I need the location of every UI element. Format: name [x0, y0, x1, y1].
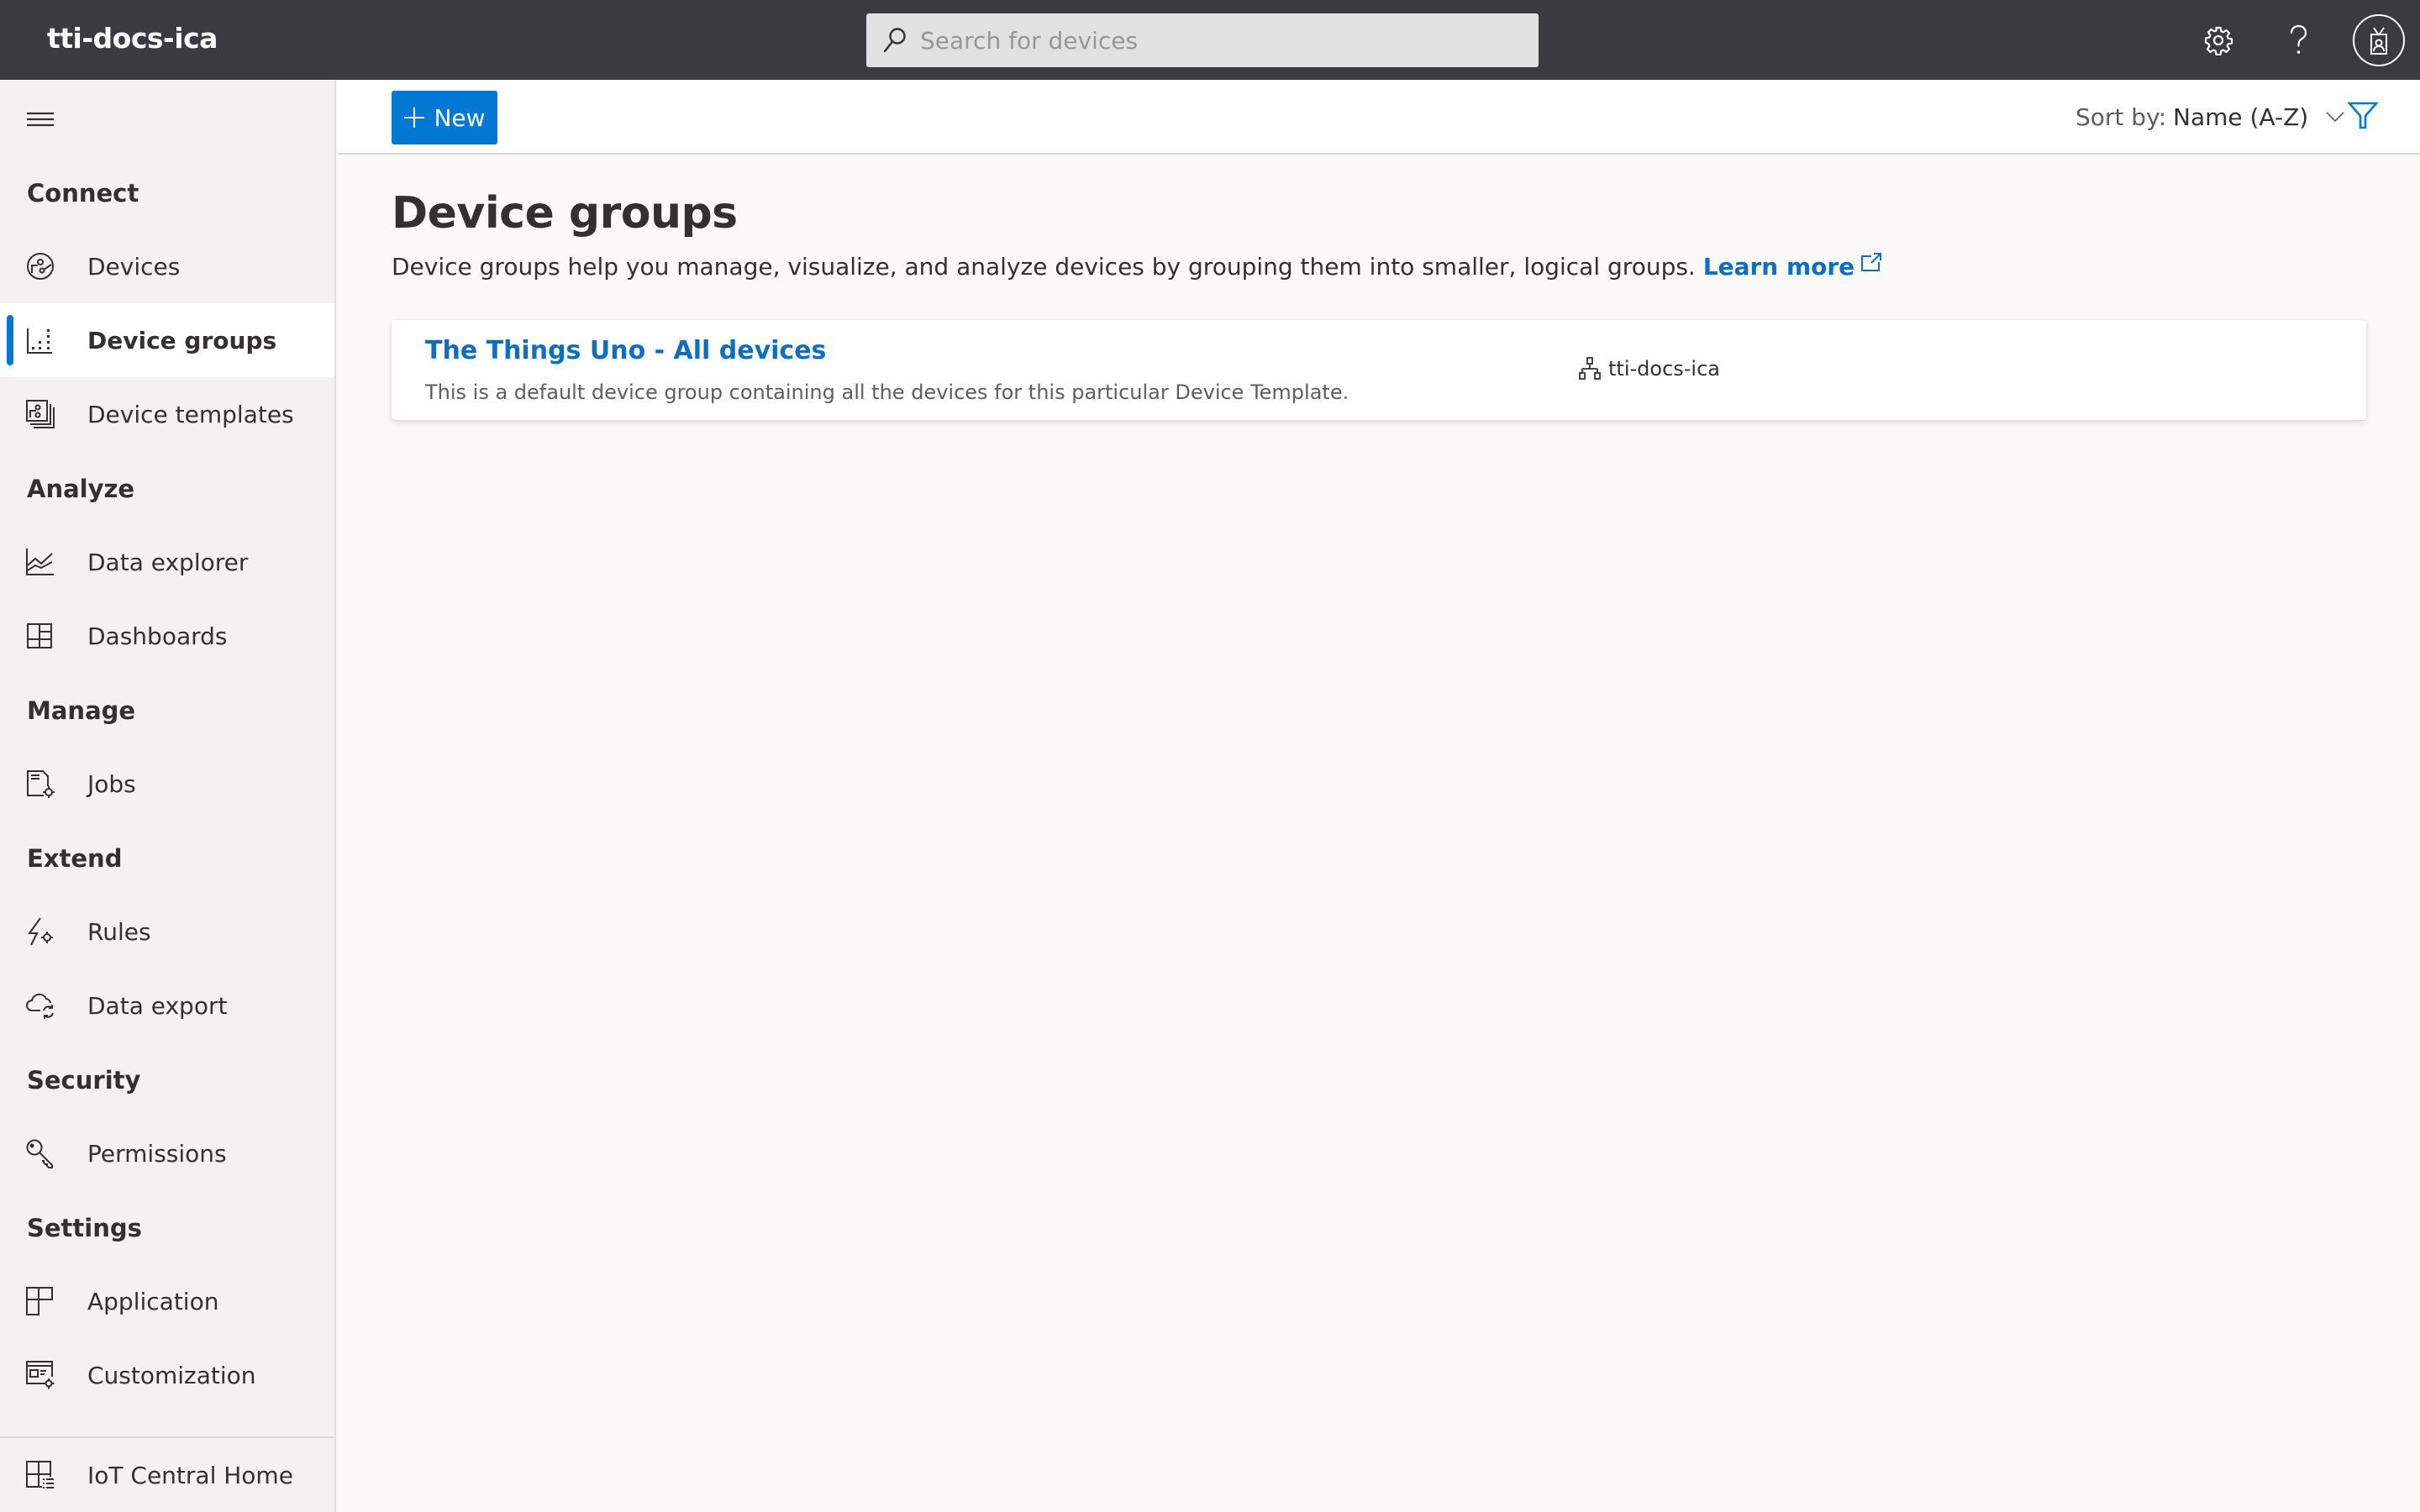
sort-prefix: Sort by:: [2075, 102, 2167, 131]
help-icon: [2290, 24, 2307, 54]
account-button[interactable]: [2353, 14, 2405, 66]
devices-icon: [27, 253, 54, 280]
sort-dropdown[interactable]: Sort by: Name (A-Z): [2075, 100, 2345, 134]
sidebar-item-label: Application: [87, 1287, 219, 1315]
top-bar: tti-docs-ica: [0, 0, 2420, 80]
section-manage: Manage: [27, 696, 136, 725]
page-description-text: Device groups help you manage, visualize…: [392, 253, 1696, 281]
settings-button[interactable]: [2195, 17, 2242, 64]
learn-more-link[interactable]: Learn more: [1703, 253, 1883, 281]
section-analyze: Analyze: [27, 475, 135, 503]
sidebar-item-rules[interactable]: Rules: [0, 895, 334, 969]
section-settings: Settings: [27, 1214, 142, 1242]
page-description: Device groups help you manage, visualize…: [392, 253, 1883, 281]
cloud-sync-icon: [26, 993, 54, 1019]
sidebar-item-customization[interactable]: Customization: [0, 1338, 334, 1412]
application-icon: [26, 1287, 53, 1315]
key-icon: [26, 1139, 53, 1168]
sidebar-item-application[interactable]: Application: [0, 1264, 334, 1338]
organization-name: tti-docs-ica: [1608, 357, 1720, 381]
command-bar: New Sort by: Name (A-Z): [338, 80, 2420, 155]
sidebar-item-jobs[interactable]: Jobs: [0, 747, 334, 821]
sidebar-item-label: Data export: [87, 991, 228, 1020]
filter-icon[interactable]: [2346, 98, 2380, 132]
iot-home-icon: [26, 1461, 54, 1488]
gear-icon: [2204, 26, 2233, 55]
sidebar-item-label: IoT Central Home: [87, 1461, 293, 1489]
sidebar-item-devices[interactable]: Devices: [0, 229, 334, 303]
device-groups-icon: [27, 328, 52, 354]
organization-icon: [1579, 357, 1601, 380]
device-group-card[interactable]: The Things Uno - All devices This is a d…: [392, 320, 2366, 420]
sidebar-item-label: Customization: [87, 1361, 256, 1389]
learn-more-label: Learn more: [1702, 253, 1855, 281]
help-button[interactable]: [2275, 17, 2322, 64]
sidebar-item-data-export[interactable]: Data export: [0, 969, 334, 1042]
customization-icon: [26, 1361, 55, 1389]
sidebar-item-label: Device templates: [87, 400, 294, 428]
device-group-organization: tti-docs-ica: [1578, 357, 1720, 381]
sidebar-item-device-templates[interactable]: Device templates: [0, 377, 334, 451]
sidebar-item-device-groups[interactable]: Device groups: [0, 303, 334, 377]
sidebar-item-permissions[interactable]: Permissions: [0, 1116, 334, 1190]
rules-icon: [28, 917, 53, 946]
chevron-down-icon: [2326, 112, 2344, 123]
dashboard-icon: [27, 623, 52, 648]
sidebar-item-label: Jobs: [87, 769, 136, 798]
jobs-icon: [27, 770, 55, 798]
sidebar-item-dashboards[interactable]: Dashboards: [0, 599, 334, 673]
sidebar-item-label: Devices: [87, 252, 181, 281]
sidebar-item-label: Data explorer: [87, 548, 249, 576]
hamburger-icon[interactable]: [25, 107, 55, 132]
device-group-name[interactable]: The Things Uno - All devices: [425, 336, 826, 365]
chart-line-icon: [26, 549, 54, 575]
section-security: Security: [27, 1066, 141, 1095]
search-icon: [883, 28, 906, 53]
active-indicator: [7, 315, 13, 365]
avatar-badge-icon: [2370, 27, 2387, 55]
app-title[interactable]: tti-docs-ica: [47, 22, 218, 55]
sidebar-item-data-explorer[interactable]: Data explorer: [0, 525, 334, 599]
sidebar-item-label: Rules: [87, 917, 151, 946]
external-link-icon: [1861, 253, 1882, 271]
sidebar: Connect Devices Device groups Device tem…: [0, 80, 336, 1512]
section-extend: Extend: [27, 844, 123, 873]
sidebar-item-label: Dashboards: [87, 622, 228, 650]
device-templates-icon: [26, 400, 55, 428]
new-button-label: New: [434, 103, 486, 132]
sidebar-item-iot-central-home[interactable]: IoT Central Home: [0, 1438, 334, 1512]
device-group-description: This is a default device group containin…: [425, 381, 1349, 404]
sidebar-item-label: Device groups: [87, 326, 277, 354]
new-button[interactable]: New: [392, 91, 497, 144]
search-input[interactable]: [920, 13, 1525, 67]
page-title: Device groups: [392, 188, 738, 239]
sidebar-item-label: Permissions: [87, 1139, 227, 1168]
plus-icon: [404, 108, 425, 128]
search-box[interactable]: [866, 13, 1539, 67]
section-connect: Connect: [27, 179, 139, 207]
sort-value: Name (A-Z): [2173, 102, 2309, 131]
